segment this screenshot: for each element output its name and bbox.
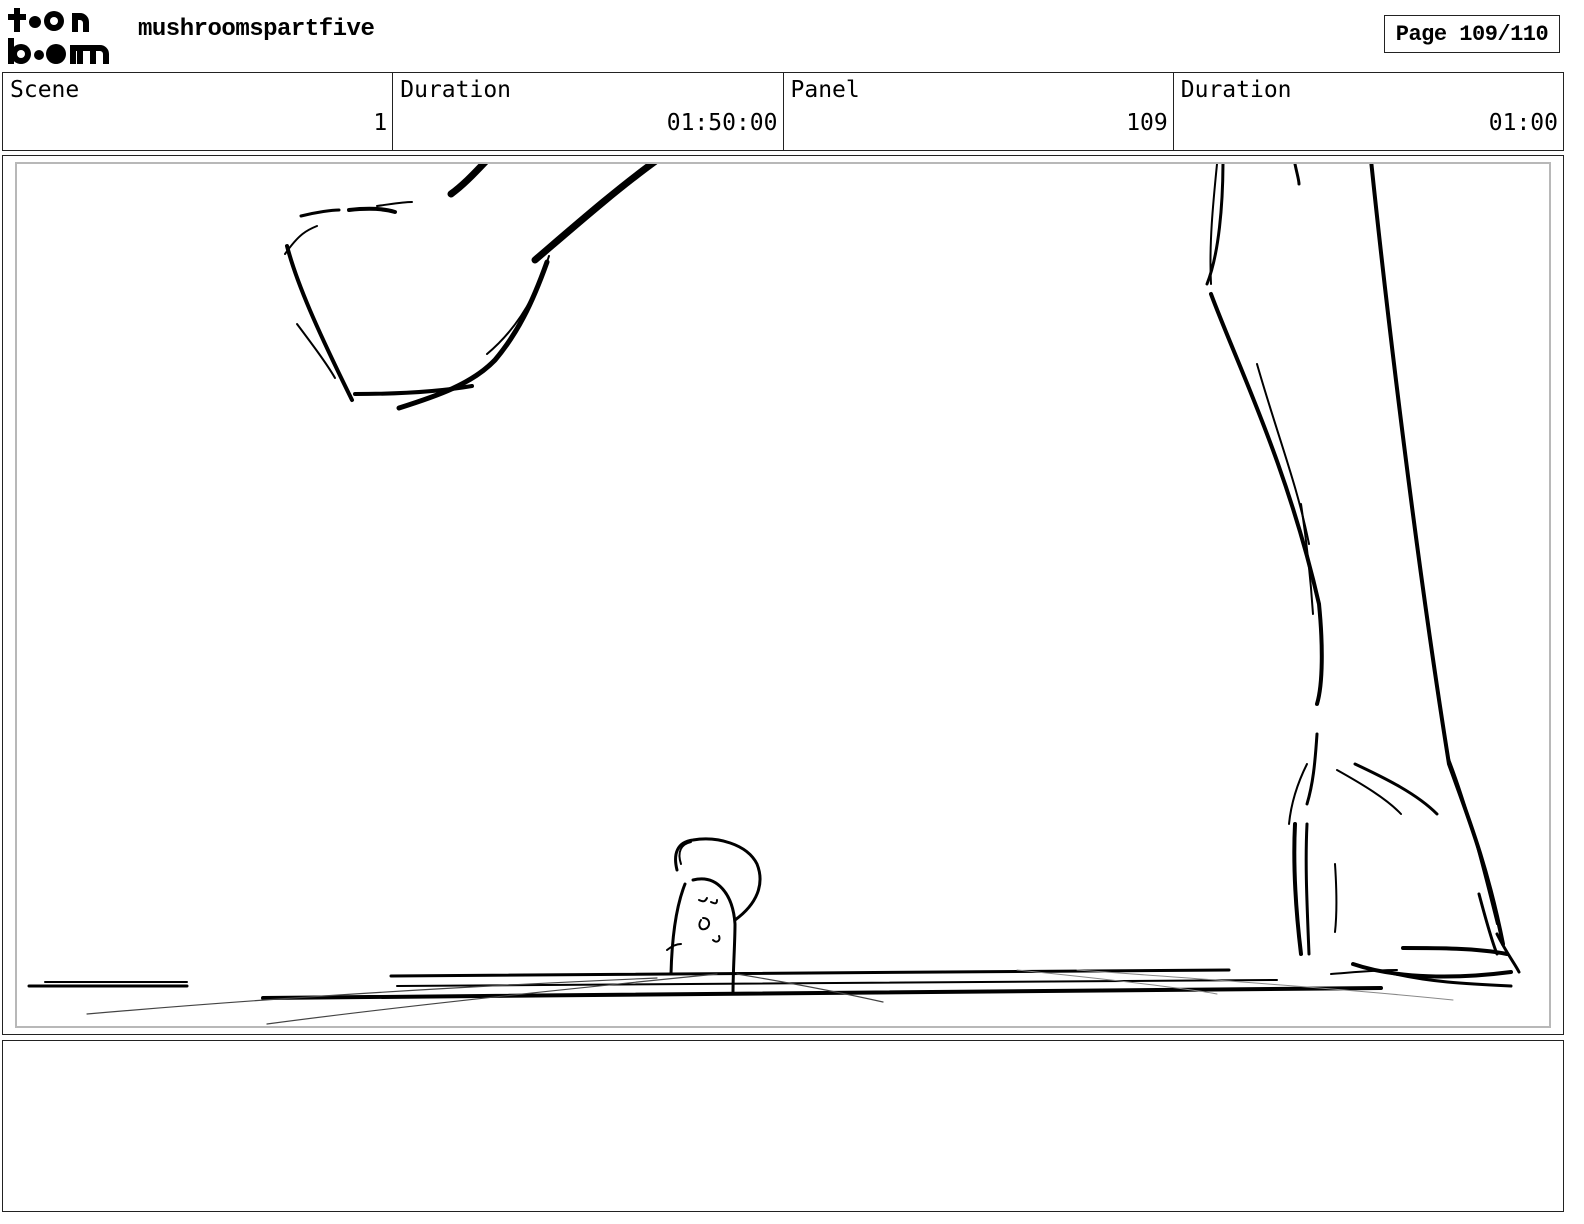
page-indicator: Page 109/110 xyxy=(1384,15,1560,53)
scene-duration-cell: Duration 01:50:00 xyxy=(393,73,784,150)
panel-duration-label: Duration xyxy=(1180,77,1292,103)
panel-sketch xyxy=(27,164,1521,1025)
scene-cell: Scene 1 xyxy=(3,73,394,150)
panel-info-bar: Scene 1 Duration 01:50:00 Panel 109 Dura… xyxy=(2,72,1564,151)
panel-duration-value: 01:00 xyxy=(1488,110,1558,136)
scene-label: Scene xyxy=(10,77,80,103)
toonboom-logo xyxy=(6,6,118,66)
sketch-leg xyxy=(1205,164,1521,988)
scene-value: 1 xyxy=(373,110,388,136)
storyboard-panel-image xyxy=(15,162,1551,1028)
storyboard-panel-frame xyxy=(2,155,1564,1035)
panel-notes-area xyxy=(2,1040,1564,1212)
scene-duration-value: 01:50:00 xyxy=(666,110,778,136)
panel-cell: Panel 109 xyxy=(784,73,1174,150)
sketch-hand xyxy=(284,164,658,411)
sketch-mushroom xyxy=(666,837,762,996)
panel-label: Panel xyxy=(790,77,860,103)
project-title: mushroomspartfive xyxy=(138,16,375,43)
panel-value: 109 xyxy=(1126,110,1168,136)
sketch-ground xyxy=(27,968,1454,1025)
scene-duration-label: Duration xyxy=(400,77,512,103)
panel-duration-cell: Duration 01:00 xyxy=(1174,73,1563,150)
